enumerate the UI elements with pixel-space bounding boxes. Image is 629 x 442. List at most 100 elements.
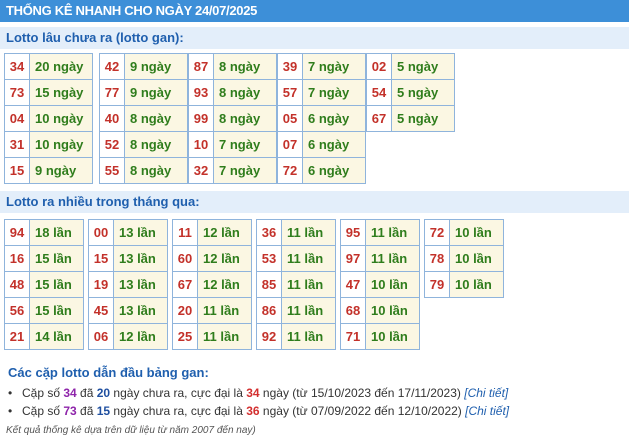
lotto-number: 57	[277, 79, 303, 106]
days-count: 9 ngày	[29, 157, 93, 184]
lotto-number: 55	[99, 157, 125, 184]
times-count: 13 lần	[113, 245, 168, 272]
days-count: 10 ngày	[29, 131, 93, 158]
lotto-number: 19	[88, 271, 114, 298]
days-count: 5 ngày	[391, 79, 455, 106]
times-count: 11 lần	[281, 271, 336, 298]
lotto-number: 95	[340, 219, 366, 246]
lotto-number: 31	[4, 131, 30, 158]
lotto-number: 07	[277, 131, 303, 158]
table-row: 85 11 lần	[256, 271, 336, 298]
table-row: 68 10 lần	[340, 297, 420, 324]
lotto-number: 06	[88, 323, 114, 350]
detail-link[interactable]: [Chi tiết]	[464, 386, 508, 400]
table-row: 54 5 ngày	[366, 79, 455, 106]
lotto-number: 02	[366, 53, 392, 80]
lotto-number: 77	[99, 79, 125, 106]
table-row: 05 6 ngày	[277, 105, 366, 132]
table-row: 39 7 ngày	[277, 53, 366, 80]
pair-max: 36	[246, 404, 260, 418]
frequent-group-6: 72 10 lần 78 10 lần 79 10 lần	[424, 219, 504, 298]
table-row: 67 12 lần	[172, 271, 252, 298]
detail-link[interactable]: [Chi tiết]	[465, 404, 509, 418]
lotto-number: 47	[340, 271, 366, 298]
page-header: THỐNG KÊ NHANH CHO NGÀY 24/07/2025	[0, 0, 629, 22]
times-count: 18 lần	[29, 219, 84, 246]
lotto-number: 94	[4, 219, 30, 246]
table-row: 57 7 ngày	[277, 79, 366, 106]
lotto-number: 53	[256, 245, 282, 272]
table-row: 60 12 lần	[172, 245, 252, 272]
table-row: 94 18 lần	[4, 219, 84, 246]
times-count: 13 lần	[113, 297, 168, 324]
table-row: 86 11 lần	[256, 297, 336, 324]
table-row: 07 6 ngày	[277, 131, 366, 158]
lotto-number: 85	[256, 271, 282, 298]
table-row: 45 13 lần	[88, 297, 168, 324]
lotto-number: 15	[4, 157, 30, 184]
lotto-number: 34	[4, 53, 30, 80]
table-row: 06 12 lần	[88, 323, 168, 350]
times-count: 11 lần	[197, 297, 252, 324]
lotto-number: 56	[4, 297, 30, 324]
days-count: 6 ngày	[302, 105, 366, 132]
table-row: 34 20 ngày	[4, 53, 93, 80]
frequent-group-3: 11 12 lần 60 12 lần 67 12 lần 20 11 lần 25 11 lần	[172, 219, 252, 350]
lotto-number: 54	[366, 79, 392, 106]
table-row: 36 11 lần	[256, 219, 336, 246]
days-count: 7 ngày	[213, 157, 277, 184]
days-count: 8 ngày	[124, 131, 188, 158]
lotto-number: 11	[172, 219, 198, 246]
table-row: 02 5 ngày	[366, 53, 455, 80]
pair-number: 73	[63, 404, 77, 418]
times-count: 13 lần	[113, 271, 168, 298]
frequent-group-5: 95 11 lần 97 11 lần 47 10 lần 68 10 lần 71 10 lần	[340, 219, 420, 350]
table-row: 92 11 lần	[256, 323, 336, 350]
gan-section-title: Lotto lâu chưa ra (lotto gan):	[0, 27, 629, 49]
times-count: 12 lần	[197, 219, 252, 246]
lotto-number: 72	[424, 219, 450, 246]
lotto-number: 87	[188, 53, 214, 80]
times-count: 13 lần	[113, 219, 168, 246]
table-row: 47 10 lần	[340, 271, 420, 298]
lotto-number: 21	[4, 323, 30, 350]
days-count: 8 ngày	[124, 157, 188, 184]
lotto-number: 42	[99, 53, 125, 80]
table-row: 52 8 ngày	[99, 131, 188, 158]
table-row: 56 15 lần	[4, 297, 84, 324]
table-row: 19 13 lần	[88, 271, 168, 298]
lotto-number: 93	[188, 79, 214, 106]
days-count: 5 ngày	[391, 105, 455, 132]
frequent-group-1: 94 18 lần 16 15 lần 48 15 lần 56 15 lần 21 14 lần	[4, 219, 84, 350]
days-count: 6 ngày	[302, 131, 366, 158]
days-count: 5 ngày	[391, 53, 455, 80]
lotto-number: 52	[99, 131, 125, 158]
times-count: 14 lần	[29, 323, 84, 350]
times-count: 11 lần	[365, 245, 420, 272]
times-count: 11 lần	[365, 219, 420, 246]
lotto-number: 73	[4, 79, 30, 106]
lotto-number: 60	[172, 245, 198, 272]
days-count: 15 ngày	[29, 79, 93, 106]
table-row: 73 15 ngày	[4, 79, 93, 106]
days-count: 7 ngày	[302, 53, 366, 80]
lotto-number: 86	[256, 297, 282, 324]
times-count: 10 lần	[365, 297, 420, 324]
table-row: 21 14 lần	[4, 323, 84, 350]
table-row: 31 10 ngày	[4, 131, 93, 158]
days-count: 8 ngày	[213, 105, 277, 132]
table-row: 25 11 lần	[172, 323, 252, 350]
lotto-number: 04	[4, 105, 30, 132]
lotto-number: 25	[172, 323, 198, 350]
times-count: 15 lần	[29, 297, 84, 324]
table-row: 15 9 ngày	[4, 157, 93, 184]
table-row: 04 10 ngày	[4, 105, 93, 132]
times-count: 10 lần	[449, 219, 504, 246]
times-count: 12 lần	[197, 245, 252, 272]
frequent-group-2: 00 13 lần 15 13 lần 19 13 lần 45 13 lần 06 12 lần	[88, 219, 168, 350]
table-row: 95 11 lần	[340, 219, 420, 246]
lotto-number: 15	[88, 245, 114, 272]
frequent-section-label: Lotto ra nhiều trong tháng qua:	[6, 194, 200, 209]
days-count: 8 ngày	[213, 79, 277, 106]
table-row: 99 8 ngày	[188, 105, 277, 132]
